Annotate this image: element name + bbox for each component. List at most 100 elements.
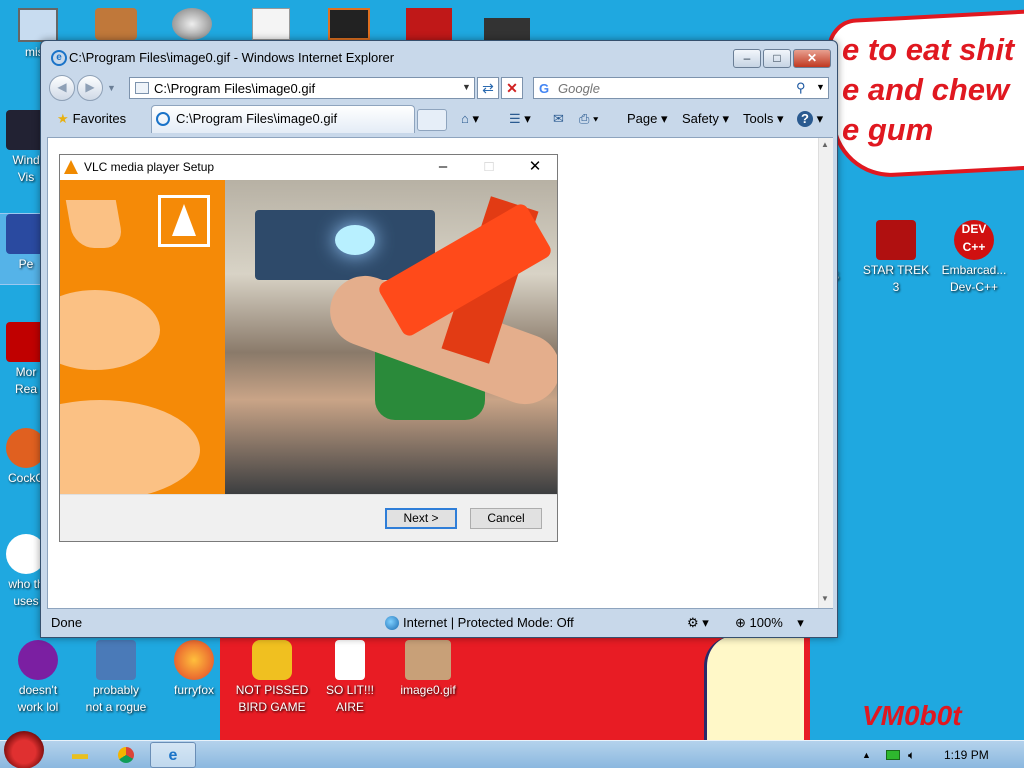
settings-icon (96, 640, 136, 680)
history-dropdown[interactable]: ▼ (107, 77, 119, 99)
ie-taskbar-icon[interactable]: e (150, 742, 196, 768)
safety-menu[interactable]: Safety ▾ (682, 107, 729, 131)
document-icon[interactable] (252, 8, 290, 40)
minimize-button[interactable]: – (733, 49, 761, 68)
status-bar: Done Internet | Protected Mode: Off ⚙ ▾ … (47, 611, 833, 635)
zoom-icon: ⊕ (735, 615, 746, 630)
rss-icon: ☰ (509, 111, 521, 126)
scroll-up-icon[interactable]: ▲ (821, 140, 829, 149)
yahoo-icon (18, 640, 58, 680)
cone-stripe-2 (60, 290, 160, 370)
vertical-scrollbar[interactable]: ▲ ▼ (818, 138, 833, 608)
tools-menu[interactable]: Tools ▾ (743, 107, 784, 131)
browser-tab[interactable]: C:\Program Files\image0.gif (151, 105, 415, 133)
desktop-icon-solitaire[interactable]: SO LIT!!! AIRE (310, 640, 390, 716)
app-icon-top-5[interactable] (328, 8, 370, 40)
firefox-icon (174, 640, 214, 680)
photo-light (335, 225, 375, 255)
tray-expand-icon[interactable]: ▲ (862, 741, 871, 768)
address-text: C:\Program Files\image0.gif (154, 81, 316, 96)
popup-blocker-icon[interactable]: ⚙ ▾ (687, 612, 709, 634)
desktop-icon-image0[interactable]: image0.gif (388, 640, 468, 699)
app-icon-top-7[interactable] (484, 18, 530, 40)
page-menu[interactable]: Page ▾ (627, 107, 668, 131)
vlc-cone-icon (172, 204, 196, 236)
home-button[interactable]: ⌂ ▾ (461, 107, 479, 131)
next-button[interactable]: Next > (385, 508, 457, 529)
vlc-minimize-button[interactable]: – (428, 157, 458, 177)
cone-stripe-1 (65, 200, 125, 248)
maximize-button[interactable]: □ (763, 49, 791, 68)
desktop-icon-rogue[interactable]: probably not a rogue (76, 640, 156, 716)
ie-icon (156, 112, 170, 126)
pig-icon (252, 640, 292, 680)
taskbar: ▬ e ▲ 🔈︎ 1:19 PM (0, 731, 1024, 768)
network-icon[interactable] (886, 750, 900, 760)
gear-icon[interactable] (172, 8, 212, 40)
chrome-taskbar-icon[interactable] (106, 742, 146, 768)
start-button-icon[interactable] (4, 731, 44, 768)
wallpaper-caption: e to eat shit e and chew e gum (842, 32, 1015, 147)
wallpaper-signature: VM0b0t (862, 700, 962, 731)
vlc-setup-dialog: VLC media player Setup – □ ✕ Next > Canc… (59, 154, 558, 542)
refresh-icon[interactable]: ⇄ (477, 77, 499, 99)
page-icon (135, 82, 149, 94)
search-icon[interactable]: ⚲ (796, 80, 806, 96)
desktop-icon-top-1[interactable] (18, 8, 58, 42)
image-icon (405, 640, 451, 680)
help-button[interactable]: ? ▾ (797, 107, 823, 131)
wallpaper-yellow-shape (704, 636, 804, 740)
zoom-control[interactable]: ⊕ 100% ▾ (735, 612, 804, 634)
ie-window-title: C:\Program Files\image0.gif - Windows In… (69, 50, 395, 65)
star-icon: ★ (57, 111, 69, 126)
vlc-close-button[interactable]: ✕ (520, 157, 550, 177)
vlc-cone-icon (64, 160, 78, 174)
vlc-title-bar: VLC media player Setup – □ ✕ (60, 155, 557, 180)
vlc-dialog-title: VLC media player Setup (84, 160, 215, 174)
address-dropdown[interactable]: ▼ (462, 82, 471, 92)
clock[interactable]: 1:19 PM (944, 741, 989, 768)
system-tray: ▲ 🔈︎ 1:19 PM (850, 741, 1020, 768)
volume-icon[interactable]: 🔈︎ (908, 741, 915, 768)
print-button[interactable]: ⎙ ▾ (579, 107, 598, 131)
command-bar: ★ Favorites C:\Program Files\image0.gif ⌂… (49, 105, 831, 133)
close-button[interactable]: ✕ (793, 49, 831, 68)
search-dropdown[interactable]: ▼ (816, 82, 825, 92)
google-icon: G (539, 81, 550, 96)
devcpp-icon: DEV C++ (954, 220, 994, 260)
app-icon-top-6[interactable] (406, 8, 452, 40)
forward-button[interactable]: ▶ (77, 75, 103, 101)
search-input[interactable] (558, 80, 788, 96)
back-button[interactable]: ◀ (49, 75, 75, 101)
status-text: Done (51, 615, 83, 630)
print-icon: ⎙ (579, 111, 590, 126)
new-tab-button[interactable] (417, 109, 447, 131)
stop-icon[interactable]: ✕ (501, 77, 523, 99)
vlc-button-bar: Next > Cancel (60, 494, 557, 541)
desktop-icon-furryfox[interactable]: furryfox (154, 640, 234, 699)
explorer-taskbar-icon[interactable]: ▬ (60, 742, 100, 768)
desktop-icon-yahoo[interactable]: doesn't work lol (0, 640, 78, 716)
address-bar[interactable]: C:\Program Files\image0.gif ▼ (129, 77, 475, 99)
vlc-banner-photo (225, 180, 557, 494)
desktop-icon-star-trek[interactable]: STAR TREK 3 (856, 220, 936, 296)
briefcase-icon[interactable] (95, 8, 137, 40)
vlc-logo-icon (158, 195, 210, 247)
help-icon: ? (797, 111, 813, 127)
desktop-icon-devcpp[interactable]: DEV C++ Embarcad... Dev-C++ (934, 220, 1014, 296)
mail-icon: ✉ (553, 111, 564, 126)
cone-stripe-3 (60, 400, 200, 494)
home-icon: ⌂ (461, 111, 469, 126)
vlc-maximize-button: □ (484, 158, 494, 175)
favorites-button[interactable]: ★ Favorites (51, 107, 145, 131)
feeds-button[interactable]: ☰ ▾ (509, 107, 531, 131)
security-zone[interactable]: Internet | Protected Mode: Off (383, 612, 574, 634)
star-wars-icon (876, 220, 916, 260)
desktop-icon-bird-game[interactable]: NOT PISSED BIRD GAME (232, 640, 312, 716)
search-box[interactable]: G ⚲ ▼ (533, 77, 829, 99)
mail-button[interactable]: ✉ (553, 107, 564, 131)
scroll-down-icon[interactable]: ▼ (821, 594, 829, 603)
card-icon (335, 640, 365, 680)
ie-icon: e (51, 50, 67, 66)
cancel-button[interactable]: Cancel (470, 508, 542, 529)
